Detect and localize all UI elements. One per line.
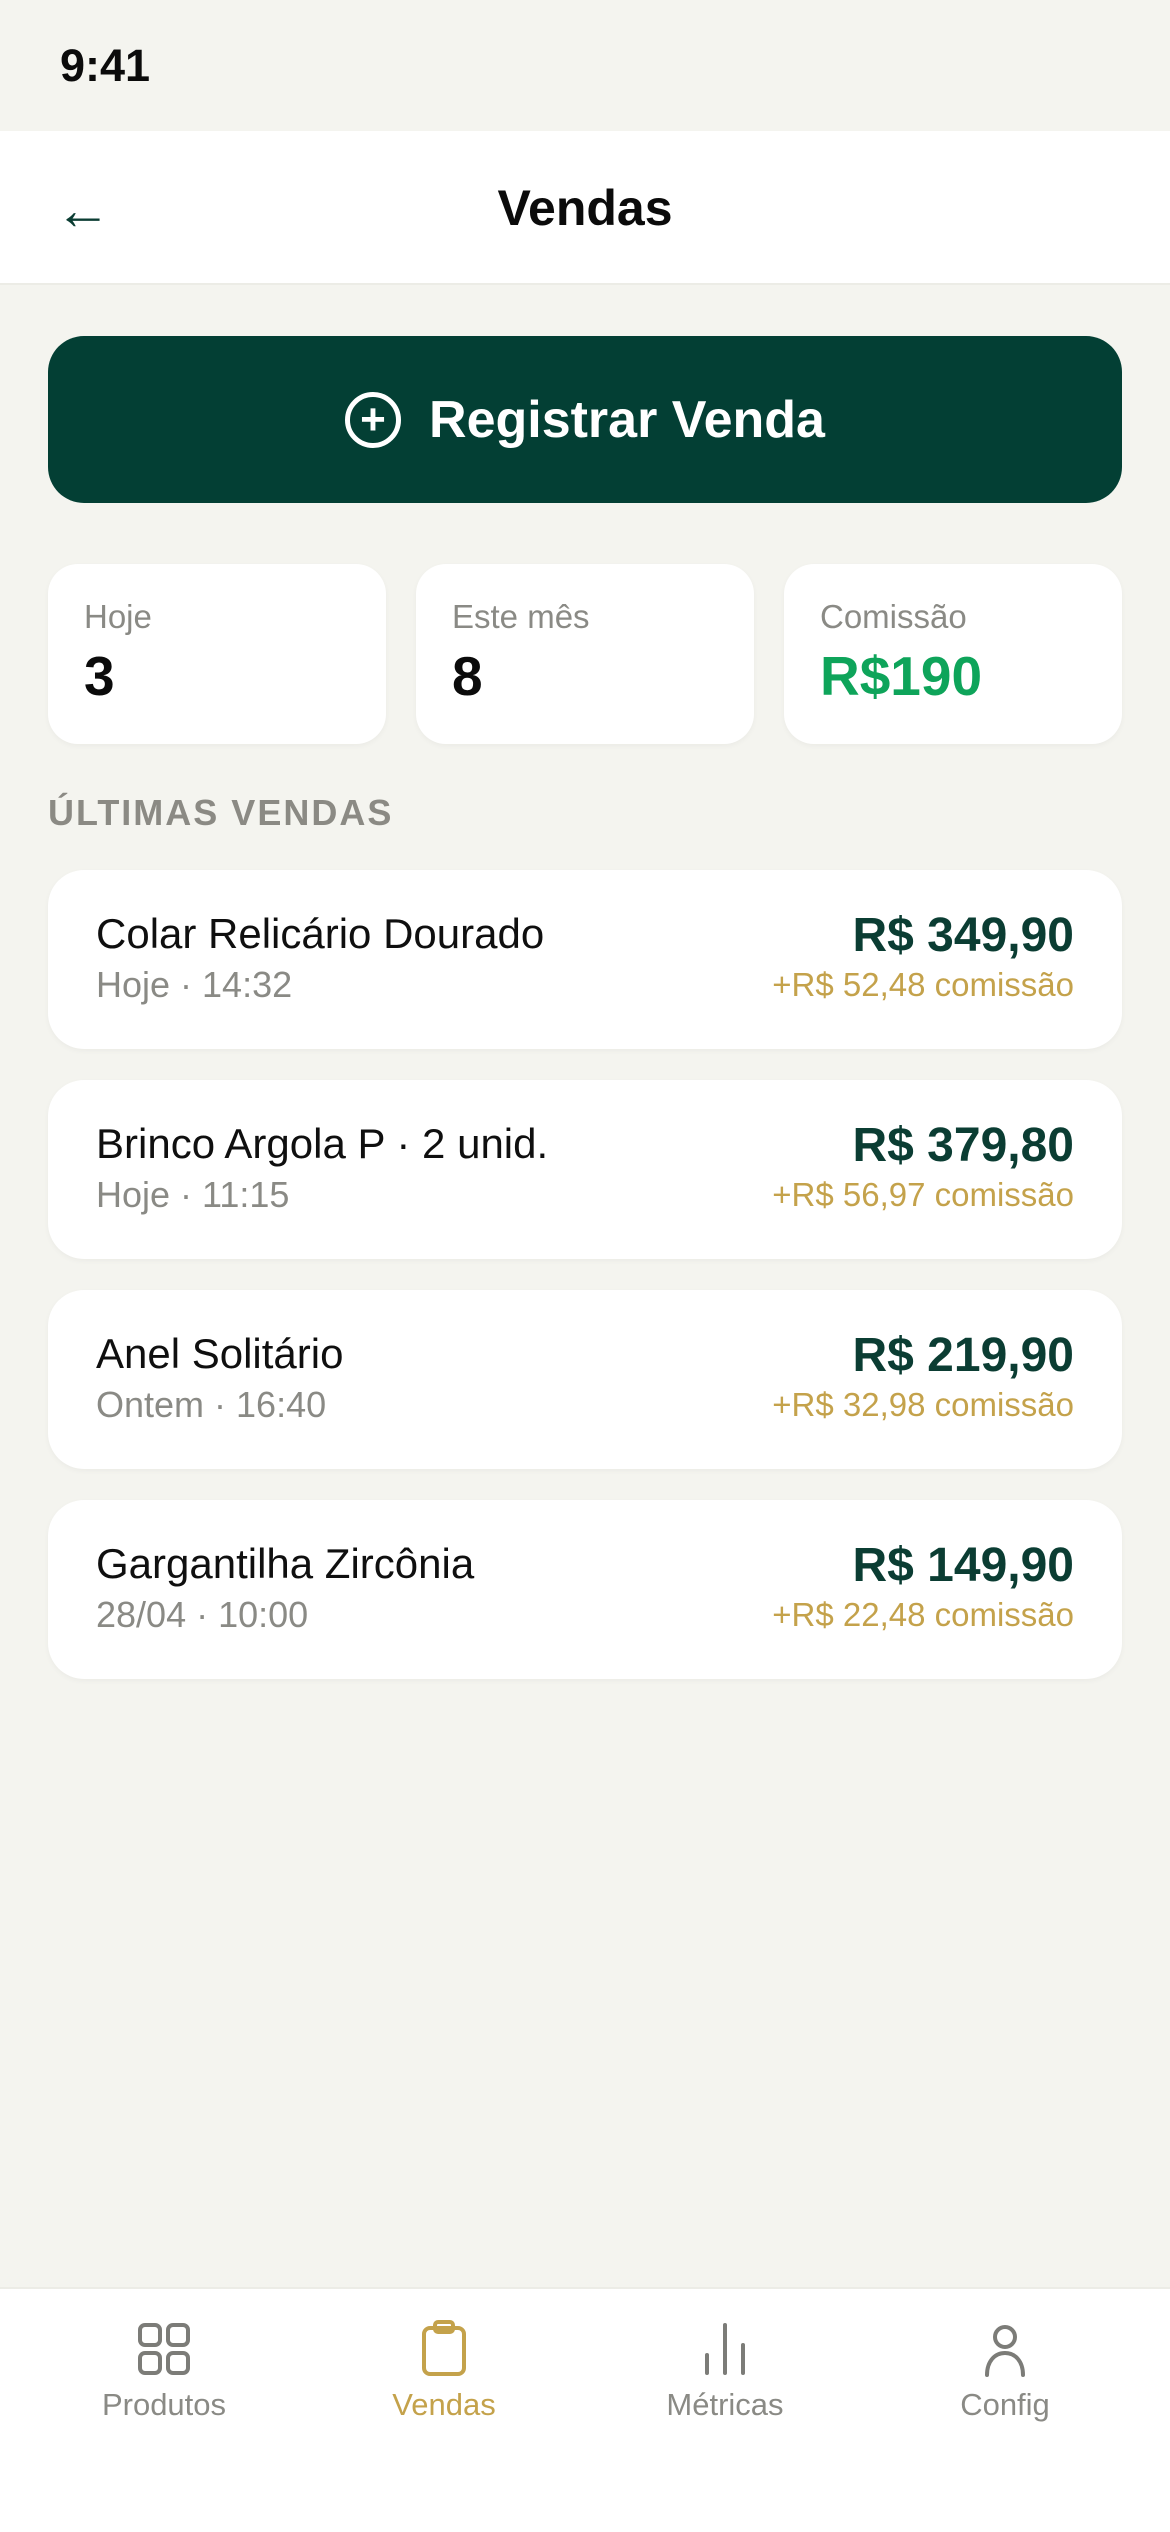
grid-icon xyxy=(138,2323,190,2375)
tab-config[interactable]: Config xyxy=(859,2319,1151,2439)
stat-label: Hoje xyxy=(84,598,152,635)
header: ← Vendas xyxy=(0,131,1170,285)
stat-value: R$190 xyxy=(820,645,983,707)
sale-name: Colar Relicário Dourado xyxy=(96,910,545,957)
tab-vendas[interactable]: Vendas xyxy=(298,2319,590,2439)
sale-commission: +R$ 22,48 comissão xyxy=(772,1596,1074,1633)
tab-label: Vendas xyxy=(392,2387,496,2422)
sale-card[interactable]: Anel Solitário Ontem · 16:40 R$ 219,90 +… xyxy=(48,1290,1122,1469)
page-title: Vendas xyxy=(497,180,673,236)
clipboard-icon xyxy=(422,2320,466,2376)
sale-name: Anel Solitário xyxy=(96,1330,344,1377)
stat-card-today: Hoje 3 xyxy=(48,564,386,744)
sale-value: R$ 349,90 xyxy=(852,909,1074,962)
sale-name: Gargantilha Zircônia xyxy=(96,1540,475,1587)
user-icon xyxy=(985,2325,1025,2377)
stat-card-commission: Comissão R$190 xyxy=(784,564,1122,744)
sale-commission: +R$ 56,97 comissão xyxy=(772,1176,1074,1213)
sale-card[interactable]: Gargantilha Zircônia 28/04 · 10:00 R$ 14… xyxy=(48,1500,1122,1679)
bar-chart-icon xyxy=(705,2323,745,2375)
register-sale-label: Registrar Venda xyxy=(429,390,825,449)
sale-commission: +R$ 32,98 comissão xyxy=(772,1386,1074,1423)
register-sale-button[interactable]: + Registrar Venda xyxy=(48,336,1122,503)
sale-value: R$ 219,90 xyxy=(852,1329,1074,1382)
tab-metricas[interactable]: Métricas xyxy=(579,2319,871,2439)
sale-date: Hoje · 11:15 xyxy=(96,1174,290,1215)
stat-value: 8 xyxy=(452,645,483,707)
sale-card[interactable]: Brinco Argola P · 2 unid. Hoje · 11:15 R… xyxy=(48,1080,1122,1259)
stat-label: Comissão xyxy=(820,598,967,635)
tab-bar: Produtos Vendas Métricas Config xyxy=(0,2287,1170,2532)
stat-value: 3 xyxy=(84,645,115,707)
tab-label: Config xyxy=(960,2387,1050,2422)
tab-label: Métricas xyxy=(666,2387,784,2422)
section-title: ÚLTIMAS VENDAS xyxy=(48,792,394,833)
plus-circle-icon: + xyxy=(345,391,402,448)
status-bar: 9:41 xyxy=(0,0,1170,131)
sale-value: R$ 149,90 xyxy=(852,1539,1074,1592)
stat-label: Este mês xyxy=(452,598,590,635)
sale-date: 28/04 · 10:00 xyxy=(96,1594,309,1635)
tab-produtos[interactable]: Produtos xyxy=(18,2319,310,2439)
sale-date: Hoje · 14:32 xyxy=(96,964,293,1005)
stat-card-month: Este mês 8 xyxy=(416,564,754,744)
sale-commission: +R$ 52,48 comissão xyxy=(772,966,1074,1003)
tab-label: Produtos xyxy=(101,2387,227,2422)
sale-value: R$ 379,80 xyxy=(852,1119,1074,1172)
status-time: 9:41 xyxy=(60,40,151,91)
sale-name: Brinco Argola P · 2 unid. xyxy=(96,1120,549,1167)
sale-card[interactable]: Colar Relicário Dourado Hoje · 14:32 R$ … xyxy=(48,870,1122,1049)
sale-date: Ontem · 16:40 xyxy=(96,1384,327,1425)
